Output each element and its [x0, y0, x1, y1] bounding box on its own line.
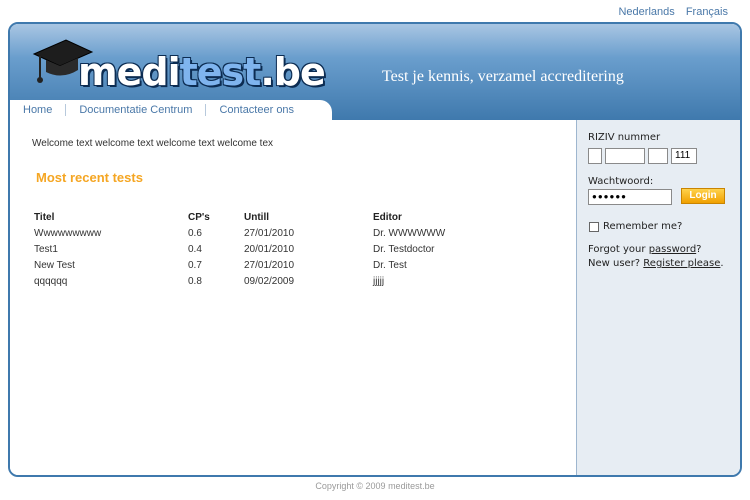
- lang-nederlands-link[interactable]: Nederlands: [618, 6, 674, 18]
- language-switcher: Nederlands Français: [610, 6, 728, 18]
- test-editor: Dr. Test: [373, 260, 407, 271]
- riziv-input-1[interactable]: [588, 148, 602, 164]
- table-row[interactable]: New Test 0.7 27/01/2010 Dr. Test: [34, 260, 474, 276]
- welcome-text: Welcome text welcome text welcome text w…: [32, 138, 274, 149]
- test-title[interactable]: qqqqqq: [34, 276, 67, 287]
- column-header-titel: Titel: [34, 212, 55, 223]
- forgot-password-link[interactable]: password: [649, 244, 696, 255]
- test-title[interactable]: Wwwwwwwww: [34, 228, 101, 239]
- site-logo[interactable]: meditest.be: [32, 32, 326, 102]
- nav-home[interactable]: Home: [10, 104, 67, 116]
- column-header-untill: Untill: [244, 212, 269, 223]
- footer-copyright: Copyright © 2009 meditest.be: [315, 481, 435, 491]
- remember-me-checkbox[interactable]: [589, 222, 599, 232]
- remember-me-label: Remember me?: [603, 221, 683, 232]
- test-title[interactable]: Test1: [34, 244, 58, 255]
- recent-tests-title: Most recent tests: [36, 170, 143, 185]
- new-user-text: New user? Register please.: [588, 258, 724, 269]
- riziv-input-2[interactable]: [605, 148, 645, 164]
- main-nav: Home Documentatie Centrum Contacteer ons: [10, 100, 332, 120]
- password-label: Wachtwoord:: [588, 176, 654, 187]
- nav-documentatie-centrum[interactable]: Documentatie Centrum: [66, 104, 207, 116]
- test-cp: 0.6: [188, 228, 202, 239]
- column-header-editor: Editor: [373, 212, 402, 223]
- riziv-input-3[interactable]: [648, 148, 668, 164]
- header: meditest.be Test je kennis, verzamel acc…: [10, 24, 740, 120]
- table-row[interactable]: Wwwwwwwww 0.6 27/01/2010 Dr. WWWWWW: [34, 228, 474, 244]
- test-until: 27/01/2010: [244, 228, 295, 239]
- table-row[interactable]: qqqqqq 0.8 09/02/2009 jjjjj: [34, 276, 474, 292]
- logo-text: meditest.be: [78, 50, 326, 94]
- test-until: 20/01/2010: [244, 244, 295, 255]
- test-editor: Dr. Testdoctor: [373, 244, 435, 255]
- lang-francais-link[interactable]: Français: [686, 6, 728, 18]
- recent-tests-table: Titel CP's Untill Editor Wwwwwwwww 0.6 2…: [34, 212, 474, 292]
- page: Nederlands Français meditest.be Test je …: [0, 0, 750, 500]
- tagline: Test je kennis, verzamel accreditering: [382, 68, 624, 85]
- column-header-cps: CP's: [188, 212, 210, 223]
- test-editor: jjjjj: [373, 276, 385, 287]
- test-cp: 0.8: [188, 276, 202, 287]
- register-link[interactable]: Register please: [643, 258, 720, 269]
- riziv-input-4[interactable]: 111: [671, 148, 697, 164]
- nav-contacteer-ons[interactable]: Contacteer ons: [206, 104, 307, 116]
- test-cp: 0.4: [188, 244, 202, 255]
- table-row[interactable]: Test1 0.4 20/01/2010 Dr. Testdoctor: [34, 244, 474, 260]
- test-editor: Dr. WWWWWW: [373, 228, 446, 239]
- test-until: 27/01/2010: [244, 260, 295, 271]
- test-until: 09/02/2009: [244, 276, 295, 287]
- main-frame: meditest.be Test je kennis, verzamel acc…: [8, 22, 742, 477]
- main-content: Welcome text welcome text welcome text w…: [10, 120, 576, 475]
- login-button[interactable]: Login: [681, 188, 725, 204]
- test-title[interactable]: New Test: [34, 260, 75, 271]
- password-input[interactable]: ●●●●●●: [588, 189, 672, 205]
- riziv-label: RIZIV nummer: [588, 132, 661, 143]
- test-cp: 0.7: [188, 260, 202, 271]
- login-sidebar: RIZIV nummer 111 Wachtwoord: ●●●●●● Logi…: [576, 120, 740, 475]
- table-header-row: Titel CP's Untill Editor: [34, 212, 474, 228]
- forgot-password-text: Forgot your password?: [588, 244, 702, 255]
